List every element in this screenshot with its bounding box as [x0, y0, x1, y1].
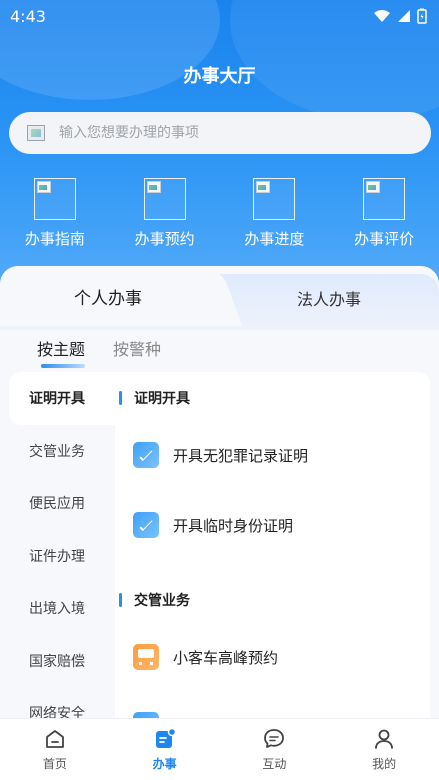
chat-icon — [264, 729, 285, 748]
service-panel: 法人办事 个人办事 按主题 按警种 证明开具 交管业务 便民应用 证件办理 出境… — [0, 266, 439, 726]
review-image-icon — [363, 178, 406, 220]
signal-icon — [398, 10, 410, 22]
status-time: 4:43 — [10, 6, 46, 26]
nav-label: 我的 — [372, 757, 397, 771]
bus-icon — [133, 644, 159, 670]
status-icons — [373, 8, 427, 24]
category-sidebar: 证明开具 交管业务 便民应用 证件办理 出境入境 国家赔偿 网络安全 — [9, 372, 115, 726]
list-item-label: 开具临时身份证明 — [173, 516, 294, 535]
nav-label: 办事 — [152, 757, 177, 771]
nav-label: 首页 — [42, 757, 67, 771]
nav-profile[interactable]: 我的 — [329, 719, 439, 780]
section-title-text: 证明开具 — [134, 391, 190, 407]
service-list: 证明开具 开具无犯罪记录证明 开具临时身份证明 交管业务 小客车高峰预约 — [115, 372, 430, 726]
page-title: 办事大厅 — [183, 66, 256, 87]
tab-personal-label: 个人办事 — [74, 288, 142, 309]
nav-home[interactable]: 首页 — [0, 719, 110, 780]
service-content: 证明开具 交管业务 便民应用 证件办理 出境入境 国家赔偿 网络安全 证明开具 … — [9, 372, 430, 726]
sidebar-item-documents[interactable]: 证件办理 — [9, 530, 115, 583]
tab-legal-person[interactable]: 法人办事 — [219, 274, 439, 322]
sidebar-item-convenience[interactable]: 便民应用 — [9, 477, 115, 530]
quick-actions: 办事指南 办事预约 办事进度 办事评价 — [0, 178, 439, 258]
subtab-bar: 按主题 按警种 — [0, 328, 439, 368]
subtab-by-police-type[interactable]: 按警种 — [113, 336, 161, 360]
section-marker — [119, 593, 122, 607]
sidebar-item-exit-entry[interactable]: 出境入境 — [9, 582, 115, 635]
wifi-icon — [374, 10, 390, 22]
subtab-by-topic[interactable]: 按主题 — [37, 336, 86, 368]
list-item[interactable]: 开具无犯罪记录证明 — [133, 442, 308, 468]
appointment-image-icon — [143, 178, 186, 220]
section-marker — [119, 391, 122, 405]
list-item-label: 开具无犯罪记录证明 — [173, 446, 309, 465]
list-item[interactable]: 开具临时身份证明 — [133, 512, 293, 538]
list-item-label: 小客车高峰预约 — [173, 648, 279, 667]
progress-image-icon — [253, 178, 296, 220]
section-title: 证明开具 — [119, 388, 190, 408]
guide-image-icon — [33, 178, 76, 220]
quick-action-label: 办事进度 — [244, 230, 305, 248]
quick-action-label: 办事预约 — [134, 230, 195, 248]
status-bar: 4:43 — [0, 0, 439, 32]
subtab-label: 按主题 — [37, 340, 86, 359]
search-bar[interactable] — [9, 112, 431, 154]
quick-action-guide[interactable]: 办事指南 — [0, 178, 110, 258]
sidebar-item-compensation[interactable]: 国家赔偿 — [9, 635, 115, 688]
tab-bar: 法人办事 个人办事 — [0, 266, 439, 330]
quick-action-label: 办事评价 — [354, 230, 415, 248]
nav-label: 互动 — [262, 757, 287, 771]
quick-action-label: 办事指南 — [24, 230, 85, 248]
section-title: 交管业务 — [119, 590, 190, 610]
sidebar-item-traffic[interactable]: 交管业务 — [9, 425, 115, 478]
home-icon — [45, 730, 64, 748]
quick-action-appointment[interactable]: 办事预约 — [110, 178, 220, 258]
nav-service[interactable]: 办事 — [110, 719, 220, 780]
list-item[interactable]: 小客车高峰预约 — [133, 644, 278, 670]
sidebar-item-certificates[interactable]: 证明开具 — [9, 372, 115, 425]
search-image-icon — [27, 125, 45, 141]
nav-interaction[interactable]: 互动 — [220, 719, 330, 780]
certificate-icon — [133, 442, 159, 468]
quick-action-review[interactable]: 办事评价 — [329, 178, 439, 258]
tab-personal[interactable]: 个人办事 — [0, 266, 216, 326]
subtab-label: 按警种 — [113, 340, 162, 359]
bottom-nav: 首页 办事 互动 我的 — [0, 718, 439, 780]
certificate-icon — [133, 512, 159, 538]
battery-icon — [417, 8, 427, 24]
user-icon — [375, 729, 394, 749]
quick-action-progress[interactable]: 办事进度 — [220, 178, 330, 258]
service-icon — [155, 727, 176, 748]
search-input[interactable] — [59, 125, 379, 141]
section-title-text: 交管业务 — [134, 593, 190, 609]
active-subtab-indicator — [41, 364, 85, 368]
